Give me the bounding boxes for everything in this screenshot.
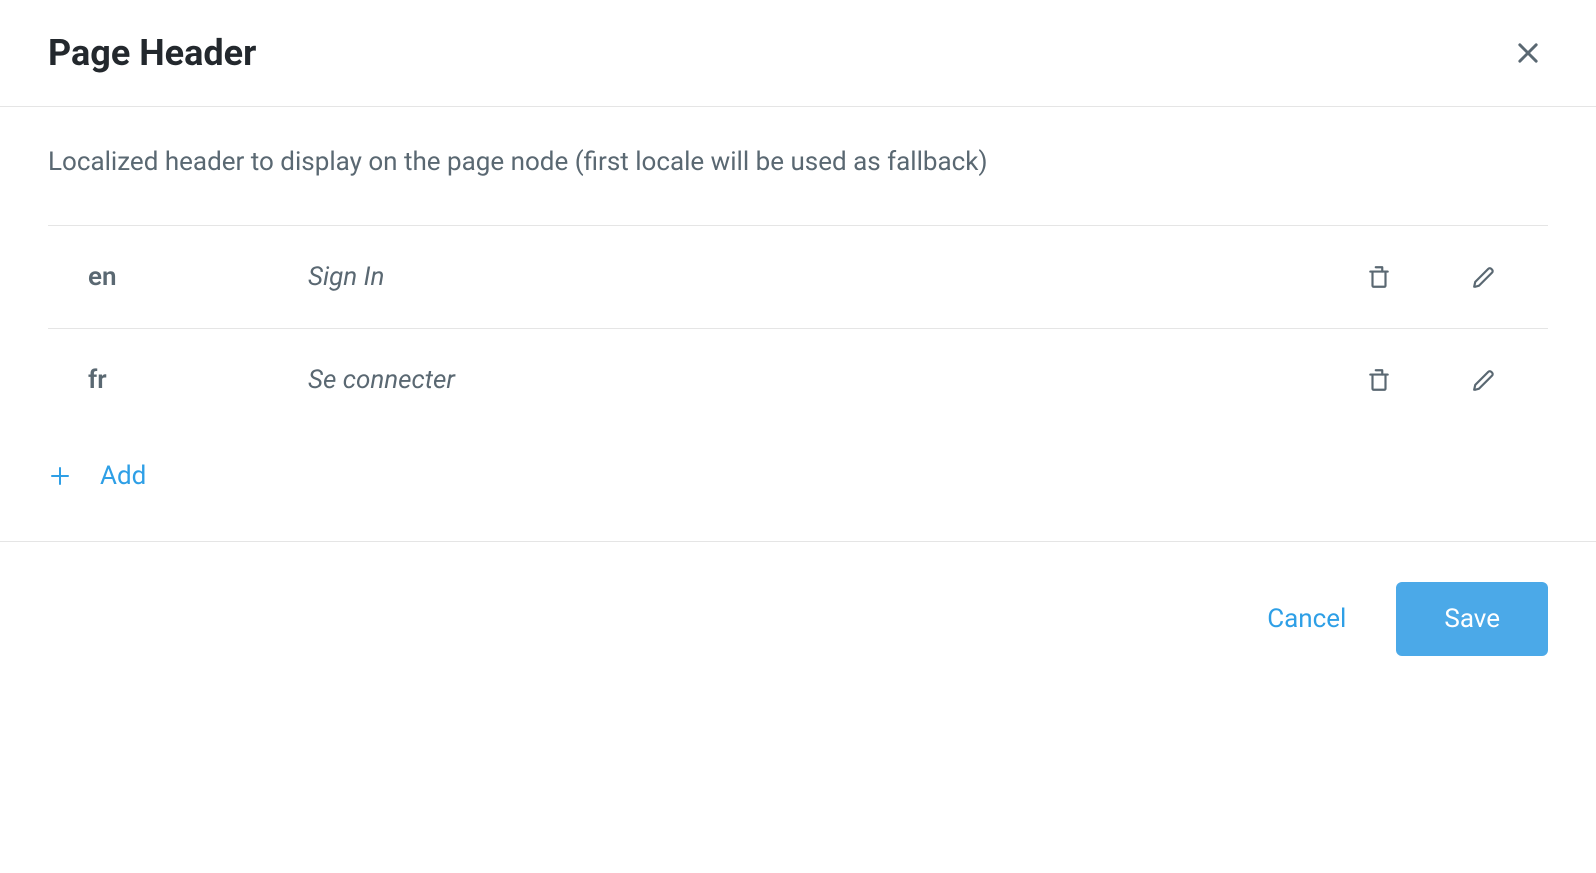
close-button[interactable] [1508, 33, 1548, 73]
locale-row: en Sign In [48, 225, 1548, 328]
locale-code: fr [48, 365, 308, 395]
description-text: Localized header to display on the page … [48, 147, 1548, 177]
locale-code: en [48, 262, 308, 292]
modal-body: Localized header to display on the page … [0, 107, 1596, 541]
add-label: Add [100, 461, 146, 491]
page-header-modal: Page Header Localized header to display … [0, 0, 1596, 696]
locale-value: Sign In [308, 262, 1366, 292]
edit-button[interactable] [1472, 367, 1498, 393]
edit-button[interactable] [1472, 264, 1498, 290]
modal-title: Page Header [48, 32, 256, 74]
pencil-icon [1472, 264, 1498, 290]
locale-actions [1366, 264, 1548, 290]
delete-button[interactable] [1366, 264, 1392, 290]
locale-actions [1366, 367, 1548, 393]
modal-footer: Cancel Save [0, 541, 1596, 696]
locale-value: Se connecter [308, 365, 1366, 395]
trash-icon [1366, 367, 1392, 393]
modal-header: Page Header [0, 0, 1596, 107]
trash-icon [1366, 264, 1392, 290]
save-button[interactable]: Save [1396, 582, 1548, 656]
locale-row: fr Se connecter [48, 328, 1548, 431]
pencil-icon [1472, 367, 1498, 393]
add-button[interactable]: Add [48, 431, 1548, 541]
delete-button[interactable] [1366, 367, 1392, 393]
cancel-button[interactable]: Cancel [1257, 584, 1356, 654]
close-icon [1514, 39, 1542, 67]
plus-icon [48, 464, 72, 488]
